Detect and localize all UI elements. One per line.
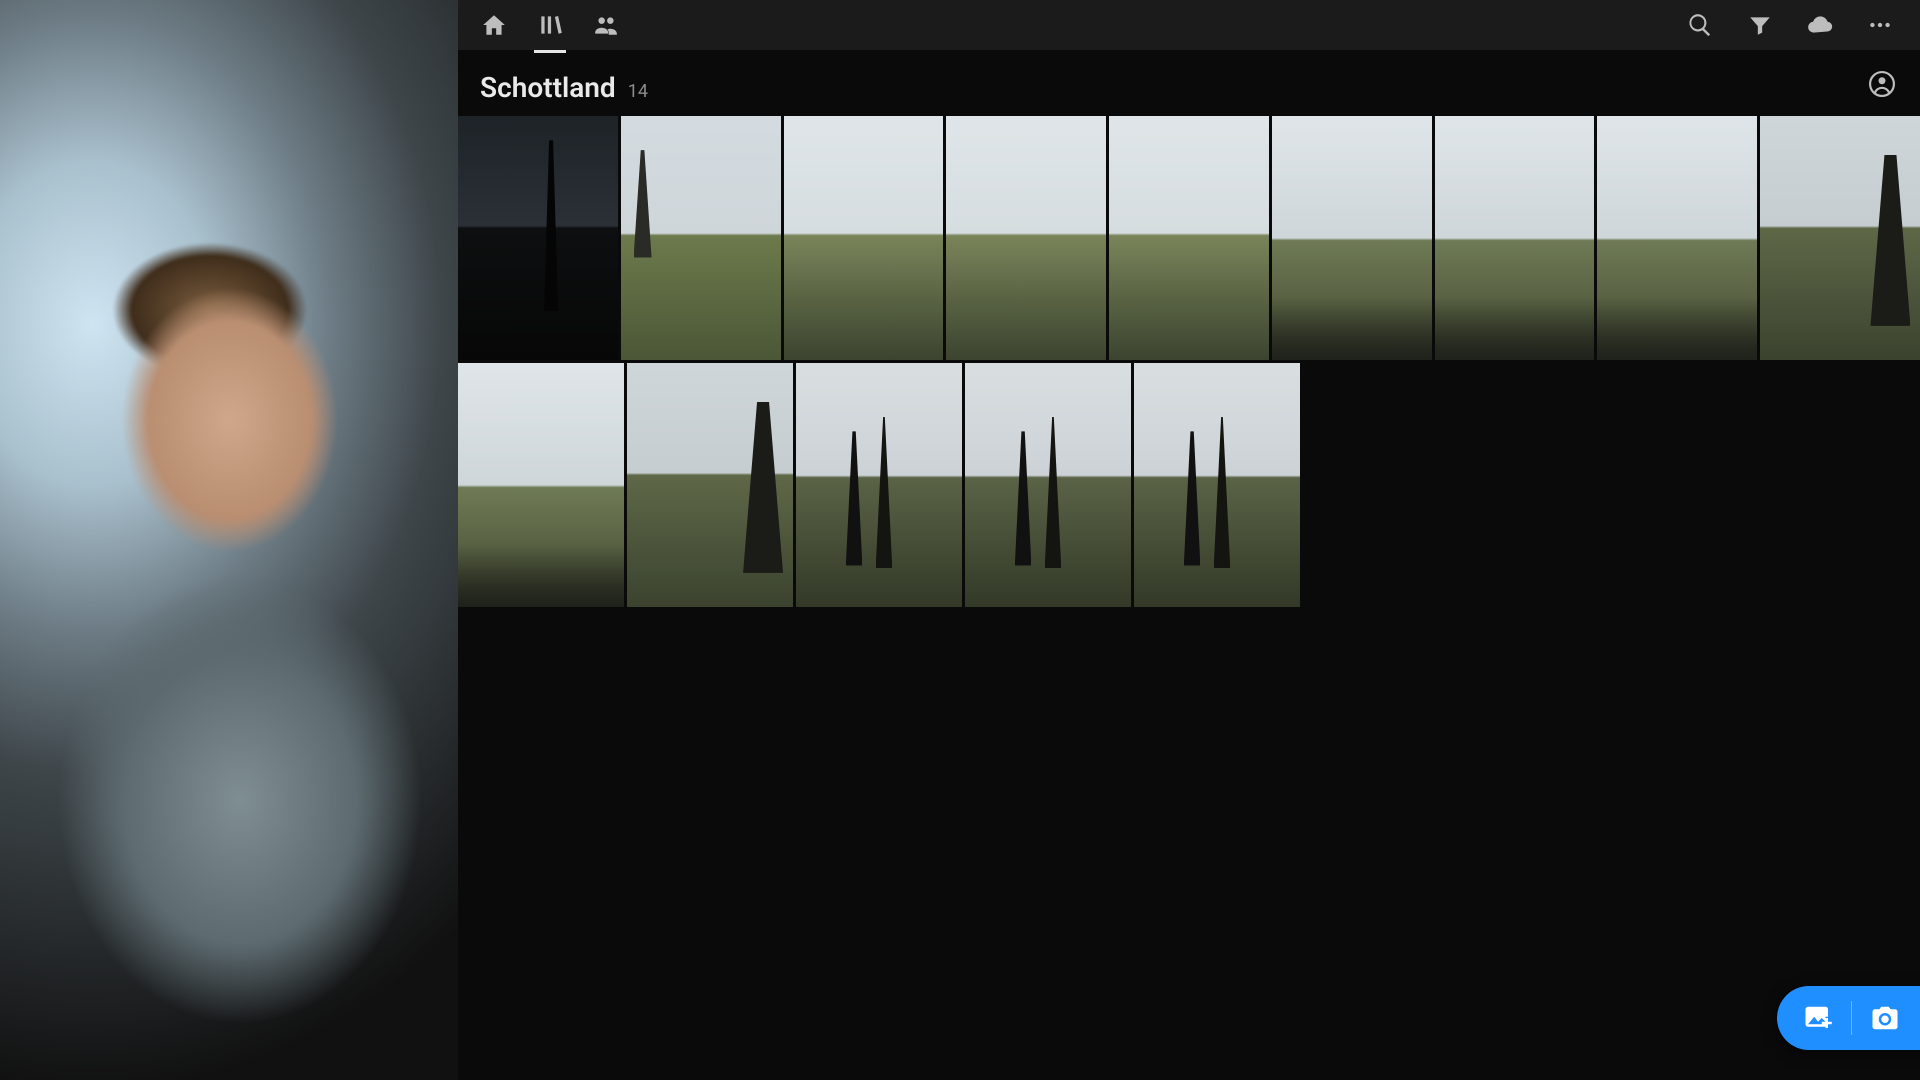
add-photos-icon [1803, 1003, 1833, 1033]
library-icon [537, 12, 563, 38]
photo-thumbnail[interactable] [1435, 116, 1595, 360]
photo-thumbnail[interactable] [458, 116, 618, 360]
photo-thumbnail[interactable] [946, 116, 1106, 360]
photo-thumbnail[interactable] [627, 363, 793, 607]
grid-row-2 [458, 363, 1920, 607]
home-icon [481, 12, 507, 38]
add-photos-fab [1777, 986, 1920, 1050]
home-button[interactable] [478, 9, 510, 41]
search-button[interactable] [1684, 9, 1716, 41]
filter-button[interactable] [1744, 9, 1776, 41]
photo-thumbnail[interactable] [965, 363, 1131, 607]
profile-icon [1869, 71, 1895, 97]
nav-right [1684, 9, 1910, 41]
album-count: 14 [628, 81, 648, 102]
photo-thumbnail[interactable] [1109, 116, 1269, 360]
filter-icon [1747, 12, 1773, 38]
search-icon [1687, 12, 1713, 38]
presenter-webcam-overlay [0, 0, 458, 1080]
cloud-icon [1807, 12, 1833, 38]
photo-thumbnail[interactable] [458, 363, 624, 607]
nav-left [468, 9, 622, 41]
album-header: Schottland 14 [458, 50, 1920, 116]
fab-separator [1851, 1001, 1852, 1035]
import-photos-button[interactable] [1803, 1003, 1833, 1033]
photo-thumbnail[interactable] [784, 116, 944, 360]
album-header-actions [1866, 68, 1898, 100]
photo-thumbnail[interactable] [796, 363, 962, 607]
photo-app: Schottland 14 [458, 0, 1920, 1080]
top-bar [458, 0, 1920, 50]
camera-icon [1870, 1003, 1900, 1033]
photo-thumbnail[interactable] [1134, 363, 1300, 607]
photo-thumbnail[interactable] [621, 116, 781, 360]
photo-thumbnail[interactable] [1760, 116, 1920, 360]
photo-thumbnail[interactable] [1272, 116, 1432, 360]
album-title: Schottland [480, 71, 616, 104]
people-icon [593, 12, 619, 38]
library-button[interactable] [534, 9, 566, 41]
shared-button[interactable] [590, 9, 622, 41]
cloud-button[interactable] [1804, 9, 1836, 41]
more-icon [1867, 12, 1893, 38]
photo-grid [458, 116, 1920, 1080]
profile-button[interactable] [1866, 68, 1898, 100]
more-button[interactable] [1864, 9, 1896, 41]
camera-button[interactable] [1870, 1003, 1900, 1033]
photo-thumbnail[interactable] [1597, 116, 1757, 360]
grid-row-1 [458, 116, 1920, 360]
